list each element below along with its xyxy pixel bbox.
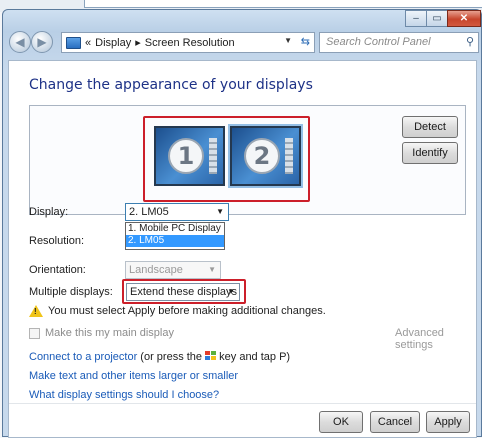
breadcrumb-prefix: « [85,36,92,49]
detect-button[interactable]: Detect [402,116,458,138]
minimize-button[interactable]: ‒ [405,10,427,27]
display-label: Display: [29,206,69,218]
warning-text: You must select Apply before making addi… [48,305,326,317]
control-panel-window: ‒ ▭ ✕ ◀ ▶ « Display ▸ Screen Resolution … [2,9,482,438]
main-display-checkbox [29,327,40,339]
breadcrumb-display[interactable]: Display [95,37,131,49]
back-button[interactable]: ◀ [9,31,31,53]
main-display-label: Make this my main display [45,327,174,339]
projector-text-1: (or press the [137,351,206,363]
resolution-label: Resolution: [29,235,85,247]
close-button[interactable]: ✕ [447,10,481,27]
background-window-frame [84,0,482,8]
page-title: Change the appearance of your displays [29,77,313,93]
orientation-select: Landscape ▼ [125,261,221,279]
navigation-bar: ◀ ▶ « Display ▸ Screen Resolution ▼ ⇆ Se… [9,30,479,56]
advanced-settings-link: Advanced settings [395,327,444,351]
monitor-2-number: 2 [244,138,280,174]
display-select-value: 2. LM05 [129,206,169,218]
identify-button[interactable]: Identify [402,142,458,164]
windows-key-icon [205,351,217,361]
refresh-icon[interactable]: ⇆ [301,35,310,48]
choose-settings-link[interactable]: What display settings should I choose? [29,389,219,401]
forward-button[interactable]: ▶ [31,31,53,53]
breadcrumb-separator-icon: ▸ [135,37,141,49]
monitor-1-taskbar [209,138,217,174]
orientation-label: Orientation: [29,264,86,276]
monitor-2-taskbar [285,138,293,174]
display-option-2[interactable]: 2. LM05 [126,235,224,247]
projector-text-2: key and tap P) [216,351,291,363]
maximize-button[interactable]: ▭ [426,10,448,27]
address-dropdown-icon[interactable]: ▼ [284,36,292,45]
control-panel-icon [66,36,81,49]
chevron-down-icon: ▼ [216,207,224,216]
search-icon[interactable]: ⚲ [466,33,474,52]
display-option-1[interactable]: 1. Mobile PC Display [126,223,224,235]
forward-arrow-icon: ▶ [37,35,47,49]
breadcrumb-screen-resolution[interactable]: Screen Resolution [145,37,235,49]
address-bar[interactable]: « Display ▸ Screen Resolution ▼ ⇆ [61,32,315,53]
display-arrangement-panel: 1 2 Detect Identify [29,105,466,215]
apply-button[interactable]: Apply [426,411,470,433]
display-dropdown-list: 1. Mobile PC Display 2. LM05 [125,222,225,250]
search-placeholder: Search Control Panel [326,36,431,48]
ok-button[interactable]: OK [319,411,363,433]
warning-icon: ! [29,305,43,317]
multiple-displays-select-value: Extend these displays [130,286,238,298]
window-controls: ‒ ▭ ✕ [405,10,481,28]
cancel-button[interactable]: Cancel [370,411,420,433]
text-size-link[interactable]: Make text and other items larger or smal… [29,370,238,382]
footer-divider [9,403,476,404]
display-select[interactable]: 2. LM05 ▼ [125,203,229,221]
monitor-2[interactable]: 2 [228,124,303,188]
search-input[interactable]: Search Control Panel ⚲ [319,32,479,53]
main-display-checkbox-row: Make this my main display [29,327,174,339]
chevron-down-icon: ▼ [208,265,216,274]
chevron-down-icon: ▼ [227,287,235,296]
projector-line: Connect to a projector (or press the key… [29,351,290,363]
multiple-displays-select[interactable]: Extend these displays ▼ [126,283,240,301]
monitor-1[interactable]: 1 [154,126,225,186]
projector-link[interactable]: Connect to a projector [29,351,137,363]
monitor-1-number: 1 [168,138,204,174]
main-content: Change the appearance of your displays 1… [8,60,477,438]
back-arrow-icon: ◀ [15,35,25,49]
warning-message: ! You must select Apply before making ad… [29,305,326,317]
orientation-select-value: Landscape [129,264,183,276]
multiple-displays-label: Multiple displays: [29,286,113,298]
